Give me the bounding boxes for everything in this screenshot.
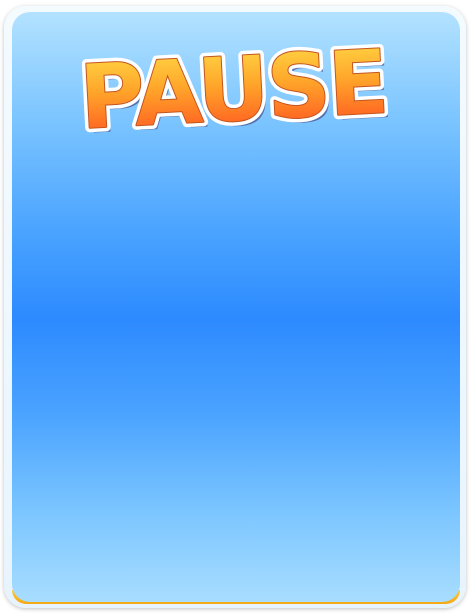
pause-screen: PAUSE PAUSE PAUSE PAUSE xyxy=(0,0,470,614)
pause-title: PAUSE PAUSE PAUSE PAUSE xyxy=(80,30,390,140)
pause-title-text: PAUSE xyxy=(80,30,389,140)
